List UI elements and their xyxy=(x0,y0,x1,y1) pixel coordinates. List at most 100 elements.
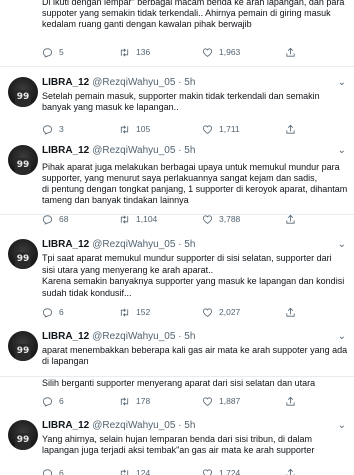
like-button[interactable]: 2,027 xyxy=(202,306,240,318)
author-handle-time[interactable]: @RezqiWahyu_05 · 5h xyxy=(92,77,195,88)
like-count: 1,887 xyxy=(219,396,241,406)
retweet-icon xyxy=(119,124,130,135)
tweet-text-line: suppoter yang semakin tidak terkendali..… xyxy=(42,8,331,18)
tweet-text-line: lapangan juga terjadi aksi tembak"an gas… xyxy=(42,445,315,455)
tweet-text-line: Yang ahirnya, selain hujan lemparan bend… xyxy=(42,434,312,444)
tweet-text-line: sisi utara yang menyerang ke arah aparat… xyxy=(42,264,214,275)
retweet-count: 136 xyxy=(136,47,151,57)
reply-button[interactable]: 5 xyxy=(42,46,64,58)
author-name[interactable]: LIBRA_12 xyxy=(42,239,89,250)
retweet-button[interactable]: 152 xyxy=(119,306,150,318)
like-button[interactable]: 3,788 xyxy=(202,213,240,225)
share-button[interactable] xyxy=(285,306,296,318)
tweet[interactable]: Di ikuti dengan lempar" berbagai macam b… xyxy=(0,0,354,66)
retweet-count: 105 xyxy=(136,124,151,134)
avatar[interactable]: 99 xyxy=(8,420,38,450)
share-button[interactable] xyxy=(285,395,296,407)
share-icon xyxy=(285,47,296,58)
tweet-text-line: aparat menembakkan beberapa kali gas air… xyxy=(42,345,348,355)
tweet-text-line: di lapangan xyxy=(42,356,89,366)
author-handle-time[interactable]: @RezqiWahyu_05 · 5h xyxy=(92,145,195,156)
avatar[interactable]: 99 xyxy=(8,145,38,175)
tweet-text-line: Silih berganti supporter menyerang apara… xyxy=(42,378,316,388)
tweet-text-line: banyak yang masuk ke lapangan.. xyxy=(42,102,179,112)
author-name[interactable]: LIBRA_12 xyxy=(42,420,89,431)
tweet-text-line: supporter, yang menurut saya perlakuanny… xyxy=(42,173,318,183)
author-name[interactable]: LIBRA_12 xyxy=(42,77,89,88)
like-count: 1,724 xyxy=(219,468,241,475)
more-caret-icon[interactable]: ⌄ xyxy=(338,239,346,251)
share-icon xyxy=(285,124,296,135)
reply-icon xyxy=(42,396,53,407)
like-count: 1,963 xyxy=(219,47,241,57)
tweet-text-line: Pihak aparat juga melakukan berbagai upa… xyxy=(42,162,340,172)
share-button[interactable] xyxy=(285,467,296,475)
reply-button[interactable]: 6 xyxy=(42,467,64,475)
reply-count: 68 xyxy=(59,214,69,224)
retweet-icon xyxy=(119,47,130,58)
avatar[interactable]: 99 xyxy=(8,331,38,361)
tweet[interactable]: 99 LIBRA_12 @RezqiWahyu_05 · 5h ⌄ Yang ahirn… xyxy=(0,420,354,475)
like-icon xyxy=(202,214,213,225)
reply-icon xyxy=(42,468,53,475)
like-button[interactable]: 1,963 xyxy=(202,46,240,58)
tweet-actions: 6 124 1,724 xyxy=(42,467,342,475)
share-icon xyxy=(285,468,296,475)
retweet-icon xyxy=(119,307,130,318)
more-caret-icon[interactable]: ⌄ xyxy=(338,331,346,343)
retweet-count: 124 xyxy=(136,468,151,475)
tweet-header: LIBRA_12 @RezqiWahyu_05 · 5h xyxy=(42,77,195,89)
tweet-header: LIBRA_12 @RezqiWahyu_05 · 5h xyxy=(42,145,195,157)
reply-count: 6 xyxy=(59,468,64,475)
reply-icon xyxy=(42,307,53,318)
like-icon xyxy=(202,124,213,135)
avatar[interactable]: 99 xyxy=(8,77,38,107)
author-handle-time[interactable]: @RezqiWahyu_05 · 5h xyxy=(92,420,195,431)
share-icon xyxy=(285,214,296,225)
retweet-count: 178 xyxy=(136,396,151,406)
reply-button[interactable]: 68 xyxy=(42,213,68,225)
retweet-button[interactable]: 178 xyxy=(119,395,150,407)
share-button[interactable] xyxy=(285,123,296,135)
retweet-icon xyxy=(119,396,130,407)
tweet-header: LIBRA_12 @RezqiWahyu_05 · 5h xyxy=(42,239,195,251)
like-count: 3,788 xyxy=(219,214,241,224)
retweet-button[interactable]: 1,104 xyxy=(119,213,157,225)
tweet-text-line: tameng dan banyak tindakan lainnya xyxy=(42,195,189,205)
avatar[interactable]: 99 xyxy=(8,239,38,269)
reply-button[interactable]: 3 xyxy=(42,123,64,135)
retweet-button[interactable]: 124 xyxy=(119,467,150,475)
tweet-actions: 5 136 1,963 xyxy=(42,46,342,58)
author-handle-time[interactable]: @RezqiWahyu_05 · 5h xyxy=(92,331,195,342)
share-button[interactable] xyxy=(285,46,296,58)
share-button[interactable] xyxy=(285,213,296,225)
like-button[interactable]: 1,724 xyxy=(202,467,240,475)
retweet-button[interactable]: 105 xyxy=(119,123,150,135)
retweet-count: 152 xyxy=(136,307,151,317)
author-name[interactable]: LIBRA_12 xyxy=(42,145,89,156)
reply-count: 6 xyxy=(59,307,64,317)
reply-button[interactable]: 6 xyxy=(42,306,64,318)
avatar-number: 99 xyxy=(16,92,30,102)
author-handle-time[interactable]: @RezqiWahyu_05 · 5h xyxy=(92,239,195,250)
retweet-button[interactable]: 136 xyxy=(119,46,150,58)
reply-count: 6 xyxy=(59,396,64,406)
share-icon xyxy=(285,396,296,407)
tweet-actions: 68 1,104 3,788 xyxy=(42,213,342,225)
tweet-feed: Di ikuti dengan lempar" berbagai macam b… xyxy=(0,0,354,475)
like-count: 2,027 xyxy=(219,307,241,317)
tweet-actions: 3 105 1,711 xyxy=(42,123,342,135)
like-button[interactable]: 1,887 xyxy=(202,395,240,407)
more-caret-icon[interactable]: ⌄ xyxy=(338,420,346,432)
tweet-actions: 6 152 2,027 xyxy=(42,306,342,318)
reply-button[interactable]: 6 xyxy=(42,395,64,407)
author-name[interactable]: LIBRA_12 xyxy=(42,331,89,342)
more-caret-icon[interactable]: ⌄ xyxy=(338,77,346,89)
reply-icon xyxy=(42,214,53,225)
more-caret-icon[interactable]: ⌄ xyxy=(338,145,346,157)
tweet-header: LIBRA_12 @RezqiWahyu_05 · 5h xyxy=(42,420,195,432)
share-icon xyxy=(285,307,296,318)
avatar-number: 99 xyxy=(16,254,30,264)
like-button[interactable]: 1,711 xyxy=(202,123,240,135)
tweet-text-line: Di ikuti dengan lempar" berbagai macam b… xyxy=(42,0,345,7)
